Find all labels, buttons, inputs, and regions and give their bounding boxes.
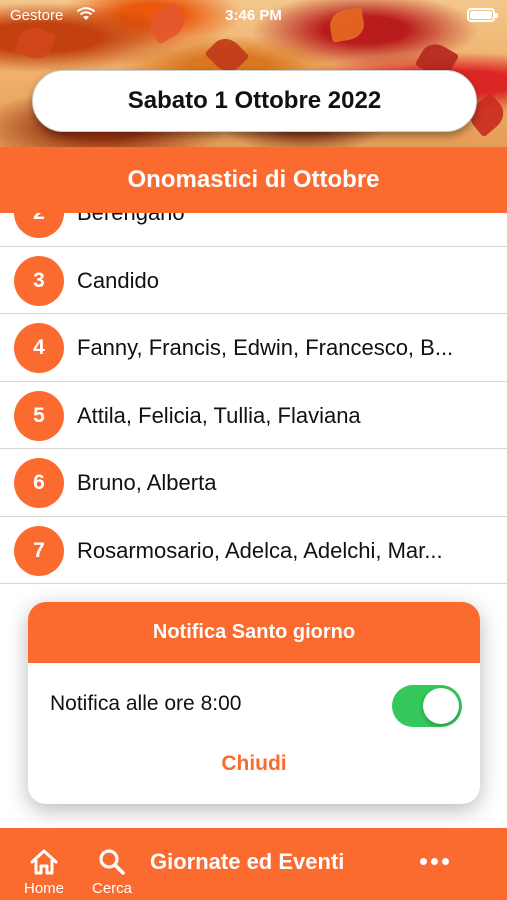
tab-home[interactable]: Home: [14, 828, 74, 900]
day-badge: 2: [14, 213, 64, 238]
dialog-title: Notifica Santo giorno: [28, 602, 480, 663]
section-title-text: Onomastici di Ottobre: [127, 166, 380, 193]
section-title: Onomastici di Ottobre: [0, 147, 507, 213]
notification-setting-row: Notifica alle ore 8:00: [28, 663, 480, 747]
home-icon: [30, 849, 58, 875]
list-item[interactable]: 7 Rosarmosario, Adelca, Adelchi, Mar...: [0, 517, 507, 584]
status-bar: Gestore 3:46 PM: [0, 0, 507, 32]
day-badge: 4: [14, 323, 64, 373]
list-item[interactable]: 5 Attila, Felicia, Tullia, Flaviana: [0, 382, 507, 449]
list-item[interactable]: 4 Fanny, Francis, Edwin, Francesco, B...: [0, 314, 507, 382]
tab-events[interactable]: Giornate ed Eventi: [150, 849, 344, 875]
date-button[interactable]: Sabato 1 Ottobre 2022: [32, 70, 477, 132]
names-text: Attila, Felicia, Tullia, Flaviana: [77, 402, 361, 428]
list-item[interactable]: 3 Candido: [0, 247, 507, 314]
names-text: Fanny, Francis, Edwin, Francesco, B...: [77, 335, 454, 360]
tab-search[interactable]: Cerca: [84, 828, 140, 900]
day-badge: 5: [14, 390, 64, 441]
battery-icon: [467, 8, 498, 22]
tab-bar: Home Cerca Giornate ed Eventi: [0, 828, 507, 900]
day-badge: 6: [14, 458, 64, 508]
tab-search-label: Cerca: [91, 880, 132, 897]
names-text: Candido: [77, 267, 159, 293]
search-icon: [99, 849, 125, 875]
more-icon[interactable]: [420, 858, 450, 866]
toggle-knob: [423, 688, 459, 724]
names-text: Bruno, Alberta: [77, 470, 217, 495]
notification-toggle[interactable]: [392, 685, 462, 727]
date-label: Sabato 1 Ottobre 2022: [127, 87, 382, 114]
day-badge: 3: [14, 255, 64, 306]
names-text: Berengario: [77, 213, 499, 246]
close-button[interactable]: Chiudi: [28, 752, 480, 776]
names-text: Rosarmosario, Adelca, Adelchi, Mar...: [77, 537, 443, 563]
notification-dialog: Notifica Santo giorno Notifica alle ore …: [28, 602, 480, 804]
tab-home-label: Home: [23, 880, 64, 897]
notification-time-label: Notifica alle ore 8:00: [50, 692, 242, 715]
status-time: 3:46 PM: [225, 7, 282, 24]
list-item[interactable]: 6 Bruno, Alberta: [0, 449, 507, 517]
day-badge: 7: [14, 525, 64, 576]
names-list[interactable]: 2 Berengario 3 Candido 4 Fanny, Francis,…: [0, 213, 507, 585]
list-item[interactable]: 2 Berengario: [0, 213, 507, 247]
